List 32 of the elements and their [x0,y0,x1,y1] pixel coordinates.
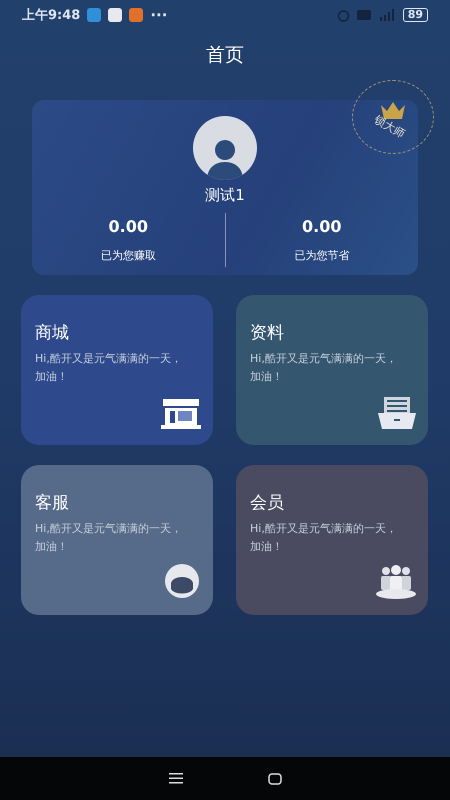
app-notification-icon [87,8,102,22]
menu-tile[interactable]: 商城 Hi,酷开又是元气满满的一天，加油！ [21,295,213,445]
store-icon [161,399,201,429]
home-icon[interactable] [268,772,282,784]
tile-text: Hi,酷开又是元气满满的一天，加油！ [250,351,398,385]
user-name: 测试1 [205,186,245,205]
stat-value: 0.00 [108,217,148,236]
tile-title: 资料 [250,322,285,344]
menu-tile[interactable]: 资料 Hi,酷开又是元气满满的一天，加油！ [236,295,428,445]
app-notification-icon [129,8,144,22]
stat-label: 已为您赚取 [100,248,156,263]
tray-icon [378,397,416,429]
app-notification-icon [108,8,122,22]
tile-text: Hi,酷开又是元气满满的一天，加油！ [35,521,183,555]
signal-icon [378,9,396,21]
menu-tile[interactable]: 客服 Hi,酷开又是元气满满的一天，加油！ [21,465,213,615]
stat-label: 已为您节省 [294,248,350,263]
stat-value: 0.00 [302,217,342,236]
menu-tile[interactable]: 会员 Hi,酷开又是元气满满的一天，加油！ [236,465,428,615]
tile-title: 客服 [35,492,70,514]
alarm-icon [336,8,350,22]
menu-icon[interactable] [168,773,182,784]
seal-text: 锁大师 [370,111,408,141]
tile-text: Hi,酷开又是元气满满的一天，加油！ [250,521,398,555]
status-time: 上午9:48 [22,7,80,24]
tile-title: 商城 [35,322,70,344]
battery-level: 89 [402,8,428,22]
more-notifications: ··· [150,6,168,24]
tile-text: Hi,酷开又是元气满满的一天，加油！ [35,351,183,385]
people-icon [376,565,416,599]
tile-title: 会员 [250,492,285,514]
page-title: 首页 [205,43,245,68]
